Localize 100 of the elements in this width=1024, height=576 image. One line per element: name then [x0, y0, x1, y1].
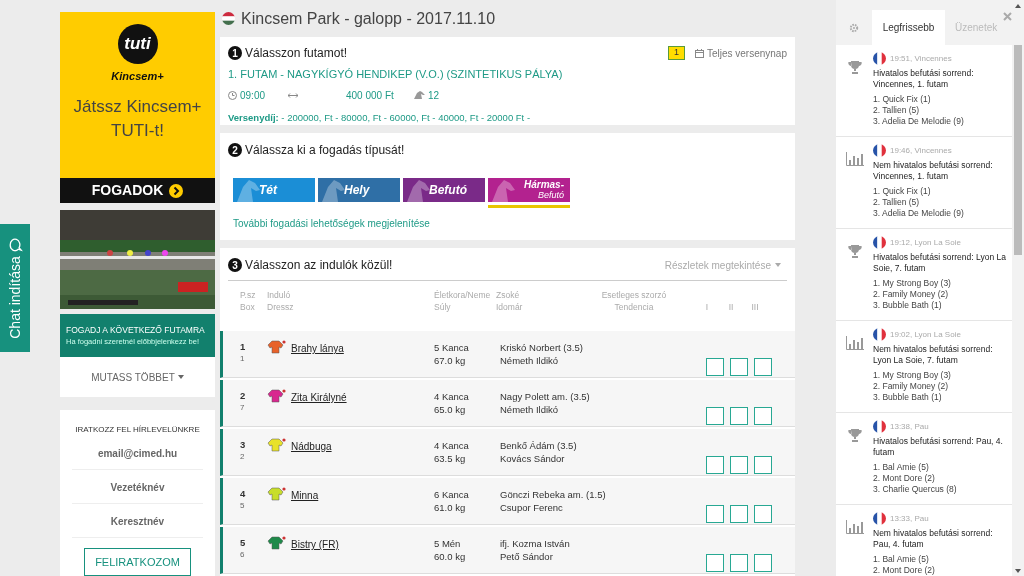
step-number: 2	[228, 143, 242, 157]
input-field[interactable]: Keresztnév	[72, 506, 203, 538]
result-line: 3. Bubble Bath (1)	[873, 300, 943, 311]
ad-banner[interactable]: tuti Kincsem+ Játssz Kincsem+ TUTI-t!	[60, 12, 215, 179]
more-bets-link[interactable]: További fogadási lehetőségek megjelenítése	[233, 216, 430, 231]
horse-name-link[interactable]: Minna	[291, 488, 319, 503]
checkbox[interactable]	[754, 554, 772, 572]
france-flag-icon	[873, 144, 886, 157]
horse-name-link[interactable]: Zita Királyné	[291, 390, 347, 405]
france-flag-icon	[873, 512, 886, 525]
checkbox[interactable]	[706, 554, 724, 572]
runner-row[interactable]: 4 5 Minna 6 Kanca 61.0 kg Gönczi Rebeka am. (1.5) Csupor Ferenc	[220, 478, 795, 525]
runner-row[interactable]: 5 6 Bistry (FR) 5 Mén 60.0 kg ifj. Kozma István Pető Sándor	[220, 527, 795, 574]
news-meta: 19:12, Lyon La Soie	[890, 237, 961, 248]
checkbox[interactable]	[730, 407, 748, 425]
result-line: 2. Mont Dore (2)	[873, 473, 936, 484]
ad-headline: Játssz Kincsem+ TUTI-t!	[72, 95, 203, 142]
news-item[interactable]: 19:02, Lyon La Soie Nem hivatalos befutási sorrend: Lyon La Soie, 7. futam 1. My Strong Boy (3) 2. Family Money (2) 3. Bubble Bath (1)	[836, 321, 1012, 413]
chat-tab[interactable]: Chat indítása	[0, 224, 30, 352]
scroll-down-icon	[1015, 569, 1021, 573]
checkbox[interactable]	[754, 407, 772, 425]
news-meta: 19:51, Vincennes	[890, 53, 952, 64]
news-item[interactable]: 19:51, Vincennes Hivatalos befutási sorrend: Vincennes, 1. futam 1. Quick Fix (1) 2. Tallien (5) 3. Adelia De Melodie (9)	[836, 45, 1012, 137]
horse-head-icon	[490, 179, 516, 202]
show-more-button[interactable]: MUTASS TÖBBET	[60, 357, 215, 397]
column-header: Zsoké Idomár	[496, 289, 524, 314]
horse-name-link[interactable]: Bistry (FR)	[291, 537, 339, 552]
checkbox[interactable]	[706, 505, 724, 523]
news-title: Nem hivatalos befutási sorrend: Lyon La Soie, 7. futam	[873, 344, 994, 366]
caret-icon	[177, 375, 184, 380]
result-line: 1. My Strong Boy (3)	[873, 370, 952, 381]
trainer-name: Németh Ildikó	[500, 403, 560, 416]
france-flag-icon	[873, 236, 886, 249]
news-item[interactable]: 13:38, Pau Hivatalos befutási sorrend: Pau, 4. futam 1. Bal Amie (5) 2. Mont Dore (2) 3. Charlie Quercus (8)	[836, 413, 1012, 505]
bet-type-button[interactable]: Hármas- Befutó	[488, 178, 570, 202]
scroll-up-icon	[1015, 4, 1021, 8]
checkbox[interactable]	[730, 505, 748, 523]
page-title: Kincsem Park - galopp - 2017.11.10	[241, 8, 496, 29]
runner-row[interactable]: 2 7 Zita Királyné 4 Kanca 65.0 kg Nagy Polett am. (3.5) Németh Ildikó	[220, 380, 795, 427]
result-line: 2. Family Money (2)	[873, 289, 950, 300]
jockey-name: ifj. Kozma István	[500, 537, 571, 550]
checkbox[interactable]	[754, 358, 772, 376]
newsletter-title: IRATKOZZ FEL HÍRLEVELÜNKRE	[75, 424, 200, 436]
trainer-name: Németh Ildikó	[500, 354, 560, 367]
trophy-icon	[847, 428, 862, 442]
input-field[interactable]: email@cimed.hu	[72, 438, 203, 470]
result-line: 3. Bubble Bath (1)	[873, 392, 943, 403]
subscribe-button[interactable]: FELIRATKOZOM	[84, 548, 191, 576]
trophy-icon	[847, 60, 862, 74]
close-icon	[1003, 12, 1012, 21]
jockey-name: Gönczi Rebeka am. (1.5)	[500, 488, 607, 501]
runner-row[interactable]: 3 2 Nádbuga 4 Kanca 63.5 kg Benkő Ádám (3.5) Kovács Sándor	[220, 429, 795, 476]
news-meta: 13:33, Pau	[890, 513, 929, 524]
horse-name-link[interactable]: Brahy lánya	[291, 341, 344, 356]
prize-breakdown: Versenydíj: - 200000, Ft - 80000, Ft - 60000, Ft - 40000, Ft - 20000 Ft -	[228, 110, 532, 125]
step-number: 1	[228, 46, 242, 60]
start-number: 5	[240, 537, 247, 549]
race-number-badge[interactable]: 1	[667, 46, 685, 60]
step-number: 3	[228, 258, 242, 272]
box-number: 5	[240, 500, 246, 512]
news-title: Hivatalos befutási sorrend: Lyon La Soie, 7. futam	[873, 252, 1007, 274]
prize-total: 400 000 Ft	[346, 88, 395, 103]
bet-type-button[interactable]: Befutó	[403, 178, 485, 202]
checkbox[interactable]	[754, 505, 772, 523]
horse-name-link[interactable]: Nádbuga	[291, 439, 332, 454]
panel-tab[interactable]: Legfrissebb	[872, 10, 945, 45]
checkbox[interactable]	[730, 456, 748, 474]
news-item[interactable]: 19:46, Vincennes Nem hivatalos befutási sorrend: Vincennes, 1. futam 1. Quick Fix (1) 2. Tallien (5) 3. Adelia De Melodie (9)	[836, 137, 1012, 229]
clock-icon	[228, 90, 237, 100]
result-line: 2. Family Money (2)	[873, 381, 950, 392]
news-meta: 19:46, Vincennes	[890, 145, 952, 156]
news-title: Nem hivatalos befutási sorrend: Vincennes, 1. futam	[873, 160, 994, 182]
result-line: 1. Quick Fix (1)	[873, 94, 932, 105]
checkbox[interactable]	[730, 358, 748, 376]
bar-chart-icon	[845, 152, 864, 166]
news-item[interactable]: 13:33, Pau Nem hivatalos befutási sorrend: Pau, 4. futam 1. Bal Amie (5) 2. Mont Dore (2)	[836, 505, 1012, 576]
result-line: 1. Bal Amie (5)	[873, 554, 930, 565]
speech-bubble-icon	[8, 237, 22, 252]
checkbox[interactable]	[706, 358, 724, 376]
fogadok-button[interactable]: FOGADOK	[60, 178, 215, 203]
start-number: 1	[240, 341, 247, 353]
banner-title: FOGADJ A KÖVETKEZŐ FUTAMRA	[66, 324, 205, 337]
checkbox[interactable]	[706, 456, 724, 474]
news-item[interactable]: 19:12, Lyon La Soie Hivatalos befutási sorrend: Lyon La Soie, 7. futam 1. My Strong Boy (3) 2. Family Money (2) 3. Bubble Bath (1)	[836, 229, 1012, 321]
step-heading: Válassza ki a fogadás típusát!	[245, 142, 405, 159]
scrollbar-thumb[interactable]	[1014, 45, 1022, 255]
bet-type-button[interactable]: Hely	[318, 178, 400, 202]
runner-row[interactable]: 1 1 Brahy lánya 5 Kanca 67.0 kg Kriskó Norbert (3.5) Németh Ildikó	[220, 331, 795, 378]
runner-count: 12	[428, 88, 440, 103]
checkbox[interactable]	[754, 456, 772, 474]
input-field[interactable]: Vezetéknév	[72, 472, 203, 504]
checkbox[interactable]	[730, 554, 748, 572]
checkbox[interactable]	[706, 407, 724, 425]
full-day-link[interactable]: Teljes versenynap	[694, 45, 787, 61]
weight: 67.0 kg	[434, 354, 467, 367]
trainer-name: Csupor Ferenc	[500, 501, 564, 514]
result-line: 1. Bal Amie (5)	[873, 462, 930, 473]
france-flag-icon	[873, 328, 886, 341]
age-sex: 4 Kanca	[434, 390, 470, 403]
bet-type-button[interactable]: Tét	[233, 178, 315, 202]
